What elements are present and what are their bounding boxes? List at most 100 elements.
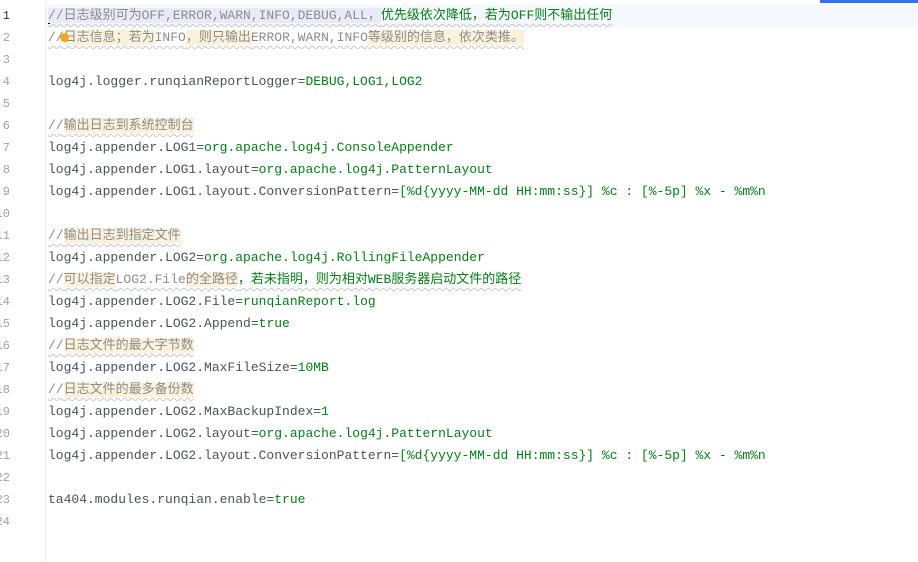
line-number: 23 bbox=[0, 493, 10, 507]
comment-text: ，则只输出 bbox=[185, 30, 251, 45]
intention-bulb-icon[interactable] bbox=[59, 33, 69, 43]
line-number: 13 bbox=[0, 273, 10, 287]
code-line[interactable]: //输出日志到指定文件 bbox=[46, 225, 918, 247]
property-key: ta404.modules.runqian.enable bbox=[48, 492, 267, 507]
property-key: log4j.appender.LOG2.layout.ConversionPat… bbox=[48, 448, 392, 463]
line-number: 17 bbox=[0, 361, 10, 375]
code-line[interactable]: log4j.appender.LOG2.layout.ConversionPat… bbox=[46, 445, 918, 467]
code-line[interactable]: log4j.appender.LOG2.MaxBackupIndex=1 bbox=[46, 401, 918, 423]
line-number: 2 bbox=[2, 31, 10, 45]
line-number: 5 bbox=[2, 97, 10, 111]
property-key: log4j.appender.LOG2.layout bbox=[48, 426, 251, 441]
line-number-gutter: 123456789101112131415161718192021222324 bbox=[0, 0, 46, 562]
line-number: 21 bbox=[0, 449, 10, 463]
comment-text: 可以指定 bbox=[63, 272, 116, 287]
comment-text: //日志级别可为OFF,ERROR,WARN,INFO,DEBUG,ALL， bbox=[48, 8, 381, 23]
code-line[interactable]: //可以指定LOG2.File的全路径，若未指明，则为相对WEB服务器启动文件的… bbox=[46, 269, 918, 291]
code-line[interactable] bbox=[46, 49, 918, 71]
property-key: log4j.appender.LOG1.layout.ConversionPat… bbox=[48, 184, 392, 199]
property-value: org.apache.log4j.PatternLayout bbox=[258, 162, 493, 177]
equals-sign: = bbox=[196, 250, 205, 265]
equals-sign: = bbox=[391, 448, 400, 463]
line-number: 24 bbox=[0, 515, 10, 529]
comment-text: // bbox=[48, 228, 64, 243]
property-key: log4j.appender.LOG1 bbox=[48, 140, 197, 155]
property-value: runqianReport.log bbox=[243, 294, 376, 309]
code-line[interactable]: //日志信息；若为INFO，则只输出ERROR,WARN,INFO等级别的信息，… bbox=[46, 27, 918, 49]
comment-text: ，若未指明，则为相对WEB服务器启动文件的路径 bbox=[237, 272, 522, 287]
line-number: 20 bbox=[0, 427, 10, 441]
property-key: log4j.appender.LOG2.MaxBackupIndex bbox=[48, 404, 314, 419]
property-key: log4j.appender.LOG2 bbox=[48, 250, 197, 265]
comment-text: 输出日志到指定文件 bbox=[63, 228, 181, 243]
code-line[interactable]: //日志文件的最多备份数 bbox=[46, 379, 918, 401]
comment-text: // bbox=[48, 382, 64, 397]
property-value: true bbox=[274, 492, 306, 507]
property-value: DEBUG,LOG1,LOG2 bbox=[305, 74, 423, 89]
comment-text: 优先级依次降低，若为OFF则不输出任何 bbox=[380, 8, 613, 23]
code-line[interactable]: log4j.appender.LOG1.layout=org.apache.lo… bbox=[46, 159, 918, 181]
code-line[interactable] bbox=[46, 511, 918, 533]
property-key: log4j.appender.LOG2.Append bbox=[48, 316, 251, 331]
line-number: 18 bbox=[0, 383, 10, 397]
property-value: org.apache.log4j.RollingFileAppender bbox=[204, 250, 485, 265]
line-number: 19 bbox=[0, 405, 10, 419]
comment-text: 日志文件的最大字节数 bbox=[63, 338, 194, 353]
code-editor[interactable]: //日志级别可为OFF,ERROR,WARN,INFO,DEBUG,ALL，优先… bbox=[46, 0, 918, 562]
code-line[interactable]: log4j.logger.runqianReportLogger=DEBUG,L… bbox=[46, 71, 918, 93]
code-line[interactable]: log4j.appender.LOG2.File=runqianReport.l… bbox=[46, 291, 918, 313]
equals-sign: = bbox=[391, 184, 400, 199]
code-line[interactable]: log4j.appender.LOG2.Append=true bbox=[46, 313, 918, 335]
comment-text: // bbox=[48, 272, 64, 287]
code-line[interactable]: log4j.appender.LOG1.layout.ConversionPat… bbox=[46, 181, 918, 203]
property-value: 10MB bbox=[297, 360, 329, 375]
code-line[interactable]: log4j.appender.LOG2.MaxFileSize=10MB bbox=[46, 357, 918, 379]
line-number: 11 bbox=[0, 229, 10, 243]
comment-text: LOG2.File bbox=[115, 272, 186, 287]
equals-sign: = bbox=[289, 360, 298, 375]
line-number: 7 bbox=[2, 141, 10, 155]
line-number: 12 bbox=[0, 251, 10, 265]
line-number: 3 bbox=[2, 53, 10, 67]
comment-text: INFO bbox=[154, 30, 186, 45]
code-line[interactable]: log4j.appender.LOG1=org.apache.log4j.Con… bbox=[46, 137, 918, 159]
property-key: log4j.appender.LOG1.layout bbox=[48, 162, 251, 177]
comment-text: 的全路径 bbox=[185, 272, 238, 287]
code-line[interactable] bbox=[46, 93, 918, 115]
code-line[interactable]: //日志文件的最大字节数 bbox=[46, 335, 918, 357]
comment-text: 等级别的信息，依次类推。 bbox=[367, 30, 524, 45]
line-number: 1 bbox=[2, 9, 10, 23]
code-line[interactable]: //日志级别可为OFF,ERROR,WARN,INFO,DEBUG,ALL，优先… bbox=[46, 5, 918, 27]
line-number: 9 bbox=[2, 185, 10, 199]
comment-text: ERROR,WARN,INFO bbox=[250, 30, 368, 45]
code-line[interactable]: log4j.appender.LOG2=org.apache.log4j.Rol… bbox=[46, 247, 918, 269]
code-line[interactable] bbox=[46, 203, 918, 225]
code-line[interactable]: ta404.modules.runqian.enable=true bbox=[46, 489, 918, 511]
property-value: 1 bbox=[321, 404, 329, 419]
property-value: [%d{yyyy-MM-dd HH:mm:ss}] %c : [%-5p] %x… bbox=[399, 184, 766, 199]
equals-sign: = bbox=[196, 140, 205, 155]
comment-text: 输出日志到系统控制台 bbox=[63, 118, 194, 133]
equals-sign: = bbox=[313, 404, 322, 419]
line-number: 15 bbox=[0, 317, 10, 331]
equals-sign: = bbox=[250, 316, 259, 331]
scroll-indicator bbox=[820, 0, 918, 3]
comment-text: 日志信息；若为 bbox=[63, 30, 155, 45]
line-number: 16 bbox=[0, 339, 10, 353]
line-number: 22 bbox=[0, 471, 10, 485]
line-number: 14 bbox=[0, 295, 10, 309]
comment-text: // bbox=[48, 338, 64, 353]
property-value: true bbox=[258, 316, 290, 331]
comment-text: // bbox=[48, 118, 64, 133]
line-number: 8 bbox=[2, 163, 10, 177]
code-line[interactable]: //输出日志到系统控制台 bbox=[46, 115, 918, 137]
property-value: org.apache.log4j.PatternLayout bbox=[258, 426, 493, 441]
property-key: log4j.appender.LOG2.File bbox=[48, 294, 236, 309]
line-number: 4 bbox=[2, 75, 10, 89]
property-key: log4j.appender.LOG2.MaxFileSize bbox=[48, 360, 290, 375]
code-line[interactable] bbox=[46, 467, 918, 489]
property-value: [%d{yyyy-MM-dd HH:mm:ss}] %c : [%-5p] %x… bbox=[399, 448, 766, 463]
code-line[interactable]: log4j.appender.LOG2.layout=org.apache.lo… bbox=[46, 423, 918, 445]
comment-text: 日志文件的最多备份数 bbox=[63, 382, 194, 397]
property-key: log4j.logger.runqianReportLogger bbox=[48, 74, 298, 89]
